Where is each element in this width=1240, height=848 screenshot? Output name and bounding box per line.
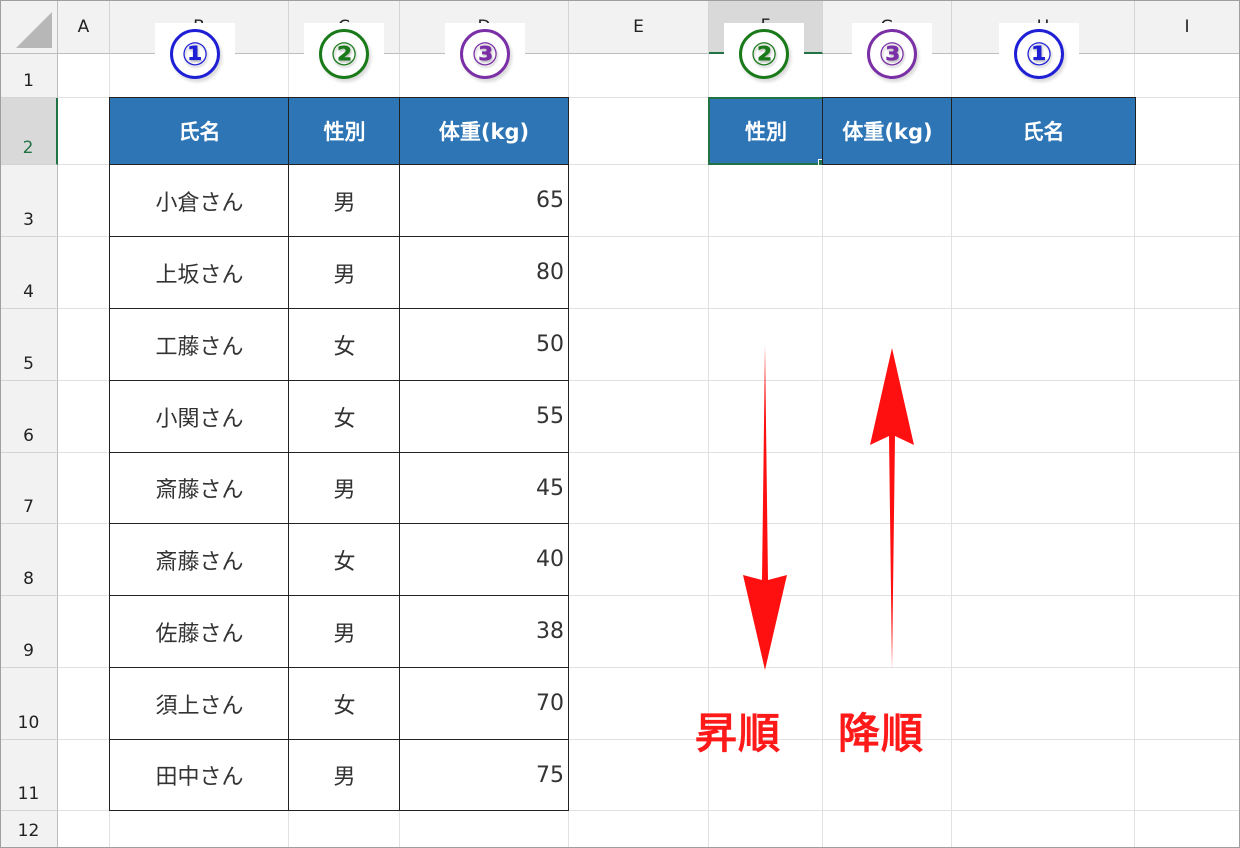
sort-key-cell-weight[interactable]: 体重(kg) [822, 97, 953, 165]
select-all-triangle-icon [16, 11, 52, 48]
gender-cell[interactable]: 男 [288, 164, 401, 237]
row-header-9[interactable]: 9 [0, 596, 58, 668]
header-cell-name[interactable]: 氏名 [109, 97, 290, 165]
row-header-6[interactable]: 6 [0, 381, 58, 453]
gridline [951, 54, 952, 848]
row-header-2[interactable]: 2 [0, 98, 58, 165]
priority-badge-3: ③ [445, 23, 525, 85]
name-cell[interactable]: 斎藤さん [109, 452, 290, 524]
gender-cell[interactable]: 男 [288, 595, 401, 668]
name-cell[interactable]: 斎藤さん [109, 523, 290, 596]
row-header-10[interactable]: 10 [0, 668, 58, 740]
gender-cell[interactable]: 男 [288, 452, 401, 524]
weight-cell[interactable]: 38 [399, 595, 569, 668]
descending-label: 降順 [838, 709, 925, 758]
row-header-7[interactable]: 7 [0, 453, 58, 524]
priority-badge-3: ③ [852, 23, 932, 85]
column-header-a[interactable]: A [58, 0, 110, 54]
priority-badge-2: ② [304, 23, 384, 85]
gender-cell[interactable]: 女 [288, 523, 401, 596]
gender-cell[interactable]: 男 [288, 739, 401, 811]
row-header-5[interactable]: 5 [0, 309, 58, 381]
name-cell[interactable]: 工藤さん [109, 308, 290, 381]
gridline [822, 54, 823, 848]
ascending-arrow-icon [743, 345, 787, 670]
row-header-4[interactable]: 4 [0, 237, 58, 309]
row-header-1[interactable]: 1 [0, 54, 58, 98]
name-cell[interactable]: 須上さん [109, 667, 290, 740]
weight-cell[interactable]: 40 [399, 523, 569, 596]
row-header-12[interactable]: 12 [0, 811, 58, 848]
header-cell-weight[interactable]: 体重(kg) [399, 97, 569, 165]
weight-cell[interactable]: 75 [399, 739, 569, 811]
gridline [1134, 54, 1135, 848]
sort-key-cell-gender[interactable]: 性別 [708, 97, 824, 165]
gender-cell[interactable]: 女 [288, 667, 401, 740]
priority-badge-1: ① [155, 23, 235, 85]
row-header-11[interactable]: 11 [0, 740, 58, 811]
row-header-3[interactable]: 3 [0, 165, 58, 237]
name-cell[interactable]: 上坂さん [109, 236, 290, 309]
weight-cell[interactable]: 45 [399, 452, 569, 524]
gender-cell[interactable]: 男 [288, 236, 401, 309]
weight-cell[interactable]: 80 [399, 236, 569, 309]
weight-cell[interactable]: 65 [399, 164, 569, 237]
column-header-i[interactable]: I [1135, 0, 1240, 54]
name-cell[interactable]: 小倉さん [109, 164, 290, 237]
ascending-label: 昇順 [695, 709, 782, 758]
name-cell[interactable]: 小関さん [109, 380, 290, 453]
name-cell[interactable]: 田中さん [109, 739, 290, 811]
spreadsheet: A B C D E F G H I 1 2 3 4 5 6 7 8 9 10 1… [0, 0, 1240, 848]
priority-badge-1: ① [999, 23, 1079, 85]
select-all-button[interactable] [0, 0, 58, 54]
weight-cell[interactable]: 50 [399, 308, 569, 381]
priority-badge-2: ② [724, 23, 804, 85]
gender-cell[interactable]: 女 [288, 308, 401, 381]
column-header-e[interactable]: E [569, 0, 709, 54]
weight-cell[interactable]: 70 [399, 667, 569, 740]
name-cell[interactable]: 佐藤さん [109, 595, 290, 668]
descending-arrow-icon [870, 348, 914, 670]
sort-key-cell-name[interactable]: 氏名 [951, 97, 1136, 165]
gender-cell[interactable]: 女 [288, 380, 401, 453]
row-header-8[interactable]: 8 [0, 524, 58, 596]
weight-cell[interactable]: 55 [399, 380, 569, 453]
header-cell-gender[interactable]: 性別 [288, 97, 401, 165]
